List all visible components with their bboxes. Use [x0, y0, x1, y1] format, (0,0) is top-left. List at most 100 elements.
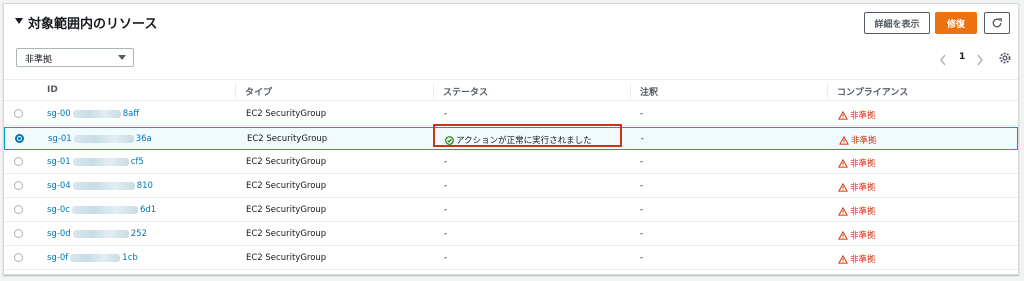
- resource-id-suffix: 1cb: [122, 253, 138, 263]
- resource-id-link[interactable]: sg-04 810: [47, 181, 153, 191]
- status-cell: -: [444, 229, 448, 239]
- table-row[interactable]: sg-0f 1cb EC2 SecurityGroup - - 非準拠: [4, 247, 1018, 270]
- row-select-radio[interactable]: [14, 229, 23, 238]
- table-row[interactable]: sg-0d 252 EC2 SecurityGroup - - 非準拠: [4, 223, 1018, 246]
- refresh-icon: [992, 18, 1002, 28]
- annotation-cell: -: [640, 253, 644, 263]
- table-row[interactable]: sg-04 810 EC2 SecurityGroup - - 非準拠: [4, 175, 1018, 198]
- annotation-cell: -: [640, 229, 644, 239]
- row-select-radio[interactable]: [14, 157, 23, 166]
- column-header-compliance[interactable]: コンプライアンス: [827, 85, 908, 98]
- redacted-id-segment: [72, 157, 129, 166]
- view-details-button[interactable]: 詳細を表示: [864, 12, 930, 34]
- current-page-number[interactable]: 1: [959, 52, 965, 62]
- chevron-left-icon: [940, 54, 946, 66]
- resource-id-link[interactable]: sg-0f 1cb: [47, 253, 138, 263]
- compliance-text: 非準拠: [850, 231, 876, 241]
- caret-down-icon[interactable]: [15, 18, 23, 24]
- annotation-cell: -: [640, 157, 644, 167]
- redacted-id-segment: [72, 109, 121, 118]
- annotation-cell: -: [640, 109, 644, 119]
- resource-id-link[interactable]: sg-0c 6d1: [47, 205, 156, 215]
- resource-type: EC2 SecurityGroup: [246, 205, 327, 215]
- resource-type: EC2 SecurityGroup: [246, 157, 327, 167]
- compliance-text: 非準拠: [850, 207, 876, 217]
- resource-id-suffix: 6d1: [139, 205, 157, 215]
- resource-id-link[interactable]: sg-0d 252: [47, 229, 147, 239]
- gear-icon[interactable]: [998, 51, 1012, 65]
- table-row[interactable]: sg-00 8aff EC2 SecurityGroup - - 非準拠: [4, 103, 1018, 126]
- warning-triangle-icon: [838, 206, 848, 216]
- resource-id-prefix: sg-0f: [47, 253, 69, 263]
- compliance-status: 非準拠: [838, 157, 876, 169]
- column-header-type[interactable]: タイプ: [235, 85, 272, 98]
- redacted-id-segment: [71, 205, 138, 214]
- resource-id-suffix: 36a: [135, 134, 152, 144]
- resource-type: EC2 SecurityGroup: [246, 181, 327, 191]
- chevron-down-icon: [118, 55, 126, 60]
- resource-id-prefix: sg-00: [47, 109, 71, 119]
- redacted-id-segment: [72, 229, 129, 238]
- resource-id-link[interactable]: sg-00 8aff: [47, 109, 139, 119]
- resource-id-suffix: 8aff: [122, 109, 140, 119]
- compliance-status: 非準拠: [838, 253, 876, 265]
- resource-id-suffix: 252: [130, 229, 147, 239]
- resource-id-prefix: sg-01: [47, 157, 71, 167]
- status-highlight-annotation: [433, 124, 622, 147]
- warning-triangle-icon: [839, 135, 849, 145]
- row-select-radio[interactable]: [14, 205, 23, 214]
- resource-type: EC2 SecurityGroup: [246, 253, 327, 263]
- table-header: ID タイプ ステータス 注釈 コンプライアンス: [4, 79, 1018, 101]
- annotation-cell: -: [641, 134, 645, 144]
- chevron-right-icon: [977, 54, 983, 66]
- compliance-filter-select[interactable]: 非準拠: [16, 48, 134, 67]
- resource-type: EC2 SecurityGroup: [246, 109, 327, 119]
- resource-id-prefix: sg-0c: [47, 205, 70, 215]
- column-header-annotation[interactable]: 注釈: [630, 85, 658, 98]
- compliance-text: 非準拠: [851, 136, 877, 146]
- compliance-status: 非準拠: [838, 109, 876, 121]
- remediate-button[interactable]: 修復: [935, 12, 977, 34]
- compliance-text: 非準拠: [850, 111, 876, 121]
- compliance-status: 非準拠: [838, 205, 876, 217]
- resource-id-prefix: sg-0d: [47, 229, 71, 239]
- next-page-button[interactable]: [976, 51, 986, 66]
- column-header-status[interactable]: ステータス: [433, 85, 488, 98]
- redacted-id-segment: [72, 181, 135, 190]
- compliance-text: 非準拠: [850, 255, 876, 265]
- refresh-button[interactable]: [984, 12, 1010, 34]
- table-row[interactable]: sg-01 cf5 EC2 SecurityGroup - - 非準拠: [4, 151, 1018, 174]
- compliance-status: 非準拠: [838, 229, 876, 241]
- warning-triangle-icon: [838, 230, 848, 240]
- status-cell: -: [444, 181, 448, 191]
- filter-selected-value: 非準拠: [25, 55, 53, 65]
- redacted-id-segment: [73, 134, 134, 143]
- column-header-id[interactable]: ID: [37, 85, 58, 97]
- warning-triangle-icon: [838, 254, 848, 264]
- status-cell: -: [444, 109, 448, 119]
- resource-id-link[interactable]: sg-01 36a: [48, 134, 152, 144]
- warning-triangle-icon: [838, 110, 848, 120]
- row-select-radio[interactable]: [14, 181, 23, 190]
- redacted-id-segment: [70, 253, 121, 262]
- resource-id-suffix: cf5: [130, 157, 144, 167]
- status-cell: -: [444, 157, 448, 167]
- row-select-radio[interactable]: [14, 109, 23, 118]
- resource-id-suffix: 810: [136, 181, 153, 191]
- resource-id-link[interactable]: sg-01 cf5: [47, 157, 144, 167]
- annotation-cell: -: [640, 205, 644, 215]
- warning-triangle-icon: [838, 182, 848, 192]
- status-cell: -: [444, 205, 448, 215]
- compliance-text: 非準拠: [850, 159, 876, 169]
- compliance-text: 非準拠: [850, 183, 876, 193]
- resource-id-prefix: sg-01: [48, 134, 72, 144]
- status-cell: -: [444, 253, 448, 263]
- row-select-radio[interactable]: [15, 134, 24, 143]
- compliance-status: 非準拠: [838, 181, 876, 193]
- previous-page-button[interactable]: [939, 51, 949, 66]
- warning-triangle-icon: [838, 158, 848, 168]
- row-select-radio[interactable]: [14, 253, 23, 262]
- table-row[interactable]: sg-0c 6d1 EC2 SecurityGroup - - 非準拠: [4, 199, 1018, 222]
- panel-header: 対象範囲内のリソース 詳細を表示 修復: [4, 4, 1018, 44]
- resource-id-prefix: sg-04: [47, 181, 71, 191]
